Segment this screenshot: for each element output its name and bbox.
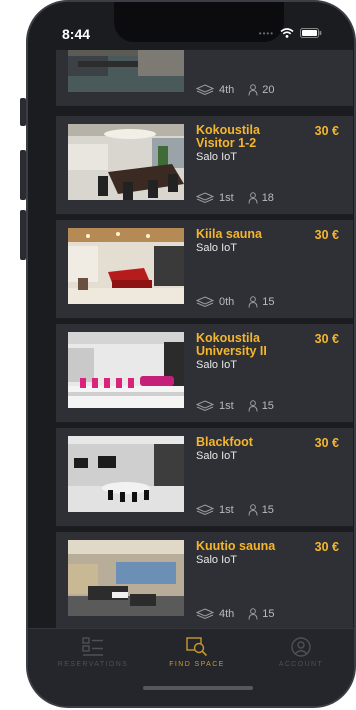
person-icon — [248, 400, 258, 412]
space-photo — [68, 540, 184, 616]
tab-reservations[interactable]: RESERVATIONS — [38, 637, 148, 668]
floor-label: 4th — [219, 84, 235, 96]
status-time: 8:44 — [62, 26, 91, 42]
space-meta: 1st 15 — [196, 504, 274, 516]
space-location: Salo IoT — [196, 450, 237, 462]
floor-label: 1st — [219, 400, 234, 412]
list-item[interactable]: Kokoustila Visitor 1-2 30 € Salo IoT 1st… — [56, 116, 353, 214]
space-photo — [68, 228, 184, 304]
space-price: 30 € — [314, 124, 339, 138]
space-meta: 4th 20 — [196, 84, 275, 96]
signal-icon: •••• — [258, 28, 274, 38]
space-list[interactable]: 4th 20 Kokoustila Visitor 1-2 30 € Salo … — [56, 50, 354, 628]
capacity-label: 18 — [261, 192, 274, 204]
tab-bar: RESERVATIONS FIND SPACE ACCOUNT — [28, 628, 354, 706]
capacity-label: 15 — [261, 400, 274, 412]
space-meta: 1st 18 — [196, 192, 274, 204]
person-icon — [248, 192, 258, 204]
space-photo — [68, 124, 184, 200]
space-meta: 4th 15 — [196, 608, 275, 620]
space-location: Salo IoT — [196, 554, 237, 566]
space-price: 30 € — [314, 540, 339, 554]
capacity-label: 15 — [261, 504, 274, 516]
layers-icon — [196, 608, 214, 620]
capacity-label: 20 — [262, 84, 275, 96]
space-photo — [68, 332, 184, 408]
capacity-label: 15 — [262, 296, 275, 308]
space-location: Salo IoT — [196, 151, 237, 163]
status-bar: 8:44 •••• — [28, 22, 354, 48]
tab-account-label: ACCOUNT — [278, 661, 324, 668]
tab-find-space[interactable]: FIND SPACE — [142, 637, 252, 668]
list-item[interactable]: Blackfoot 30 € Salo IoT 1st 15 — [56, 428, 353, 526]
person-icon — [248, 608, 258, 620]
person-icon — [248, 84, 258, 96]
layers-icon — [196, 504, 214, 516]
list-item[interactable]: Kuutio sauna 30 € Salo IoT 4th 15 — [56, 532, 353, 628]
space-title: Kuutio sauna — [196, 539, 276, 553]
layers-icon — [196, 84, 214, 96]
space-price: 30 € — [314, 436, 339, 450]
floor-label: 0th — [219, 296, 235, 308]
capacity-label: 15 — [262, 608, 275, 620]
layers-icon — [196, 400, 214, 412]
space-meta: 1st 15 — [196, 400, 274, 412]
list-item[interactable]: Kokoustila University II 30 € Salo IoT 1… — [56, 324, 353, 422]
space-location: Salo IoT — [196, 359, 237, 371]
list-item[interactable]: Kiila sauna 30 € Salo IoT 0th 15 — [56, 220, 353, 318]
tab-reservations-label: RESERVATIONS — [57, 661, 129, 668]
account-icon — [291, 637, 311, 657]
tab-find-space-label: FIND SPACE — [169, 661, 225, 668]
person-icon — [248, 296, 258, 308]
space-photo — [68, 436, 184, 512]
space-title: Kokoustila University II — [196, 331, 267, 358]
tab-account[interactable]: ACCOUNT — [246, 637, 354, 668]
device-stage: 8:44 •••• 4th 20 Kokoustila Visitor 1-2 … — [0, 0, 356, 710]
space-title: Kokoustila Visitor 1-2 — [196, 123, 260, 150]
wifi-icon — [280, 28, 294, 38]
layers-icon — [196, 192, 214, 204]
status-icons: •••• — [259, 28, 322, 38]
space-price: 30 € — [314, 228, 339, 242]
floor-label: 4th — [219, 608, 235, 620]
search-icon — [186, 637, 208, 657]
space-meta: 0th 15 — [196, 296, 275, 308]
space-title: Kiila sauna — [196, 227, 262, 241]
floor-label: 1st — [219, 192, 234, 204]
home-indicator[interactable] — [143, 686, 253, 690]
space-location: Salo IoT — [196, 242, 237, 254]
list-item[interactable]: 4th 20 — [56, 50, 353, 106]
person-icon — [248, 504, 258, 516]
phone-frame: 8:44 •••• 4th 20 Kokoustila Visitor 1-2 … — [26, 0, 356, 708]
layers-icon — [196, 296, 214, 308]
list-icon — [82, 637, 103, 656]
battery-icon — [300, 28, 322, 38]
space-photo — [68, 50, 184, 92]
space-price: 30 € — [314, 332, 339, 346]
space-title: Blackfoot — [196, 435, 253, 449]
floor-label: 1st — [219, 504, 234, 516]
